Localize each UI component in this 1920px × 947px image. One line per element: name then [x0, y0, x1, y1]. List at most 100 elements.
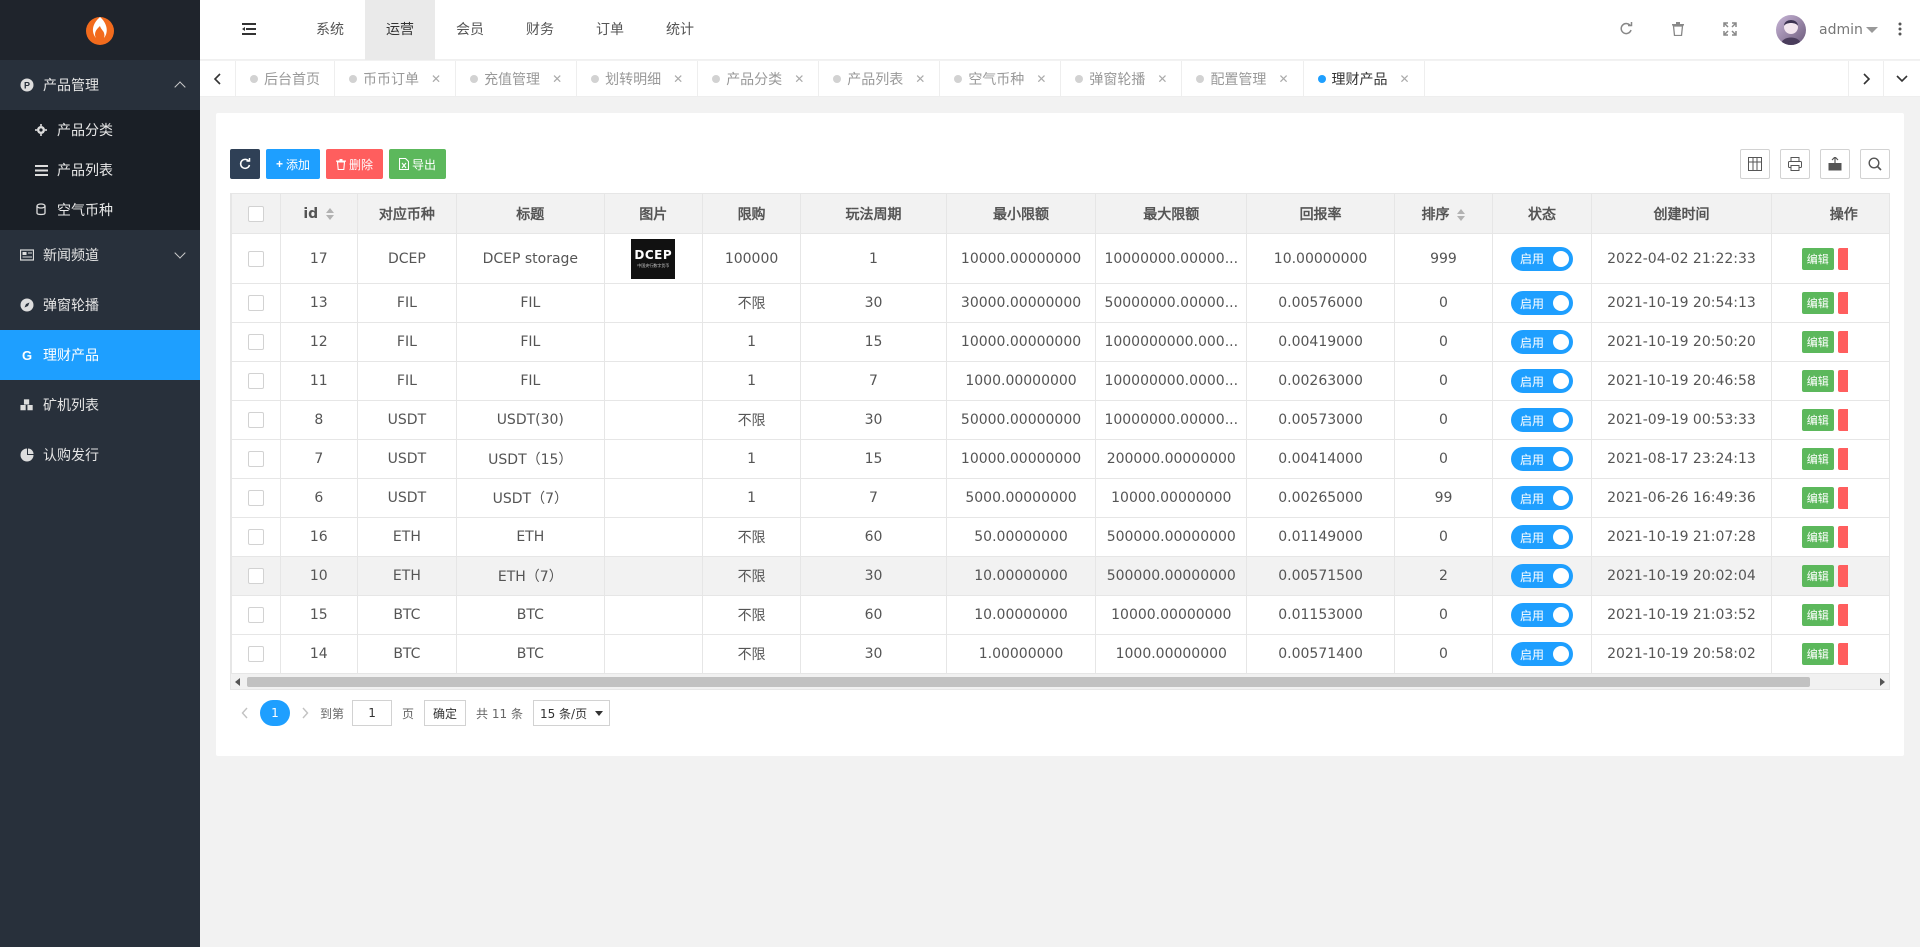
row-checkbox[interactable]	[247, 295, 264, 311]
row-checkbox[interactable]	[247, 568, 264, 584]
page-tab[interactable]: 产品分类 ✕	[698, 61, 820, 97]
status-toggle[interactable]: 启用	[1511, 369, 1574, 393]
delete-row-button[interactable]	[1837, 247, 1848, 270]
scroll-left-icon[interactable]	[235, 678, 240, 686]
edit-button[interactable]: 编辑	[1801, 487, 1834, 509]
status-toggle[interactable]: 启用	[1511, 525, 1574, 549]
add-button[interactable]: + 添加	[266, 149, 321, 179]
close-icon[interactable]: ✕	[915, 72, 925, 86]
search-button[interactable]	[1860, 149, 1890, 179]
delete-row-button[interactable]	[1837, 331, 1848, 353]
avatar[interactable]	[1776, 15, 1806, 45]
column-header-id[interactable]: id	[279, 193, 359, 234]
sidebar-item-financial-products[interactable]: G 理财产品	[0, 330, 200, 380]
status-toggle[interactable]: 启用	[1511, 246, 1574, 271]
column-header-sort[interactable]: 排序	[1394, 193, 1493, 234]
table-row[interactable]: 7 USDT USDT（15） 1 15 10000.00000000 200000.000…	[231, 439, 1890, 479]
delete-button[interactable]: 删除	[326, 149, 384, 179]
delete-row-button[interactable]	[1837, 448, 1848, 470]
table-row[interactable]: 16 ETH ETH 不限 60 50.00000000 500000.00000000 0.…	[231, 517, 1890, 557]
row-checkbox[interactable]	[247, 451, 264, 467]
goto-confirm-button[interactable]: 确定	[424, 700, 467, 726]
sidebar-item-miner-list[interactable]: 矿机列表	[0, 380, 200, 430]
status-toggle[interactable]: 启用	[1511, 486, 1574, 510]
menu-toggle-icon[interactable]	[242, 22, 256, 36]
status-toggle[interactable]: 启用	[1511, 330, 1574, 354]
print-button[interactable]	[1780, 149, 1810, 179]
status-toggle[interactable]: 启用	[1511, 564, 1574, 588]
row-select-cell[interactable]	[231, 439, 281, 479]
sort-icon[interactable]	[326, 207, 335, 220]
row-select-cell[interactable]	[231, 283, 281, 323]
close-icon[interactable]: ✕	[431, 72, 441, 86]
edit-button[interactable]: 编辑	[1801, 292, 1834, 314]
row-select-cell[interactable]	[231, 634, 281, 674]
page-tab[interactable]: 充值管理 ✕	[456, 61, 578, 97]
sort-icon[interactable]	[1457, 208, 1466, 221]
prev-page-button[interactable]	[238, 706, 252, 720]
table-row[interactable]: 10 ETH ETH（7） 不限 30 10.00000000 500000.0000000…	[231, 556, 1890, 596]
row-checkbox[interactable]	[247, 646, 264, 662]
goto-page-input[interactable]: 1	[352, 700, 393, 726]
page-tab[interactable]: 弹窗轮播 ✕	[1061, 61, 1183, 97]
sidebar-item-subscription[interactable]: 认购发行	[0, 430, 200, 480]
edit-button[interactable]: 编辑	[1801, 643, 1834, 665]
row-checkbox[interactable]	[247, 412, 264, 428]
page-size-select[interactable]: 15 条/页	[532, 700, 611, 726]
export-data-button[interactable]	[1820, 149, 1850, 179]
top-tab-order[interactable]: 订单	[575, 0, 645, 60]
row-checkbox[interactable]	[247, 250, 264, 267]
tabbar-prev-button[interactable]	[200, 61, 236, 97]
sidebar-group-product[interactable]: P 产品管理	[0, 60, 200, 110]
export-button[interactable]: 导出	[389, 149, 447, 179]
page-number-current[interactable]: 1	[260, 700, 290, 726]
page-tab[interactable]: 产品列表 ✕	[819, 61, 941, 97]
page-tab[interactable]: 配置管理 ✕	[1182, 61, 1304, 97]
table-row[interactable]: 6 USDT USDT（7） 1 7 5000.00000000 10000.0000000…	[231, 478, 1890, 518]
table-row[interactable]: 15 BTC BTC 不限 60 10.00000000 10000.00000000 0.0…	[231, 595, 1890, 635]
row-select-cell[interactable]	[231, 322, 281, 362]
close-icon[interactable]: ✕	[1278, 72, 1288, 86]
row-select-cell[interactable]	[231, 517, 281, 557]
row-checkbox[interactable]	[247, 529, 264, 545]
sidebar-item-product-list[interactable]: 产品列表	[0, 150, 200, 190]
scroll-right-icon[interactable]	[1880, 678, 1885, 686]
horizontal-scrollbar[interactable]	[230, 673, 1890, 690]
top-tab-statistics[interactable]: 统计	[645, 0, 715, 60]
row-select-cell[interactable]	[231, 556, 281, 596]
refresh-button[interactable]	[230, 149, 260, 179]
delete-row-button[interactable]	[1837, 487, 1848, 509]
delete-row-button[interactable]	[1837, 409, 1848, 431]
more-vertical-icon[interactable]	[1898, 22, 1902, 36]
table-row[interactable]: 13 FIL FIL 不限 30 30000.00000000 50000000.00000…	[231, 283, 1890, 323]
status-toggle[interactable]: 启用	[1511, 447, 1574, 471]
top-tab-finance[interactable]: 财务	[505, 0, 575, 60]
columns-filter-button[interactable]	[1740, 149, 1770, 179]
delete-row-button[interactable]	[1837, 604, 1848, 626]
edit-button[interactable]: 编辑	[1801, 370, 1834, 392]
row-select-cell[interactable]	[231, 361, 281, 401]
edit-button[interactable]: 编辑	[1801, 247, 1834, 270]
page-tab[interactable]: 币币订单 ✕	[335, 61, 457, 97]
tabbar-next-button[interactable]	[1848, 61, 1884, 97]
table-row[interactable]: 17 DCEP DCEP storage DCEP 中国央行数字货币 100000 1 100…	[231, 233, 1890, 284]
delete-row-button[interactable]	[1837, 565, 1848, 587]
edit-button[interactable]: 编辑	[1801, 409, 1834, 431]
status-toggle[interactable]: 启用	[1511, 603, 1574, 627]
top-tab-system[interactable]: 系统	[295, 0, 365, 60]
edit-button[interactable]: 编辑	[1801, 604, 1834, 626]
edit-button[interactable]: 编辑	[1801, 565, 1834, 587]
status-toggle[interactable]: 启用	[1511, 408, 1574, 432]
fullscreen-icon[interactable]	[1723, 22, 1737, 36]
table-row[interactable]: 14 BTC BTC 不限 30 1.00000000 1000.00000000 0.005…	[231, 634, 1890, 674]
delete-row-button[interactable]	[1837, 643, 1848, 665]
sidebar-item-popup-carousel[interactable]: 弹窗轮播	[0, 280, 200, 330]
edit-button[interactable]: 编辑	[1801, 331, 1834, 353]
close-icon[interactable]: ✕	[1157, 72, 1167, 86]
close-icon[interactable]: ✕	[794, 72, 804, 86]
delete-row-button[interactable]	[1837, 292, 1848, 314]
select-all-cell[interactable]	[231, 193, 281, 234]
trash-icon[interactable]	[1671, 22, 1685, 36]
row-checkbox[interactable]	[247, 490, 264, 506]
user-name[interactable]: admin	[1819, 0, 1863, 60]
